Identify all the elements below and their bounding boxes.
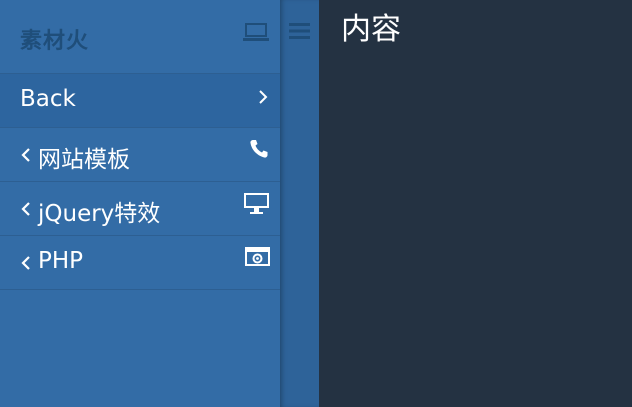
phone-icon [250, 140, 268, 158]
camera-icon [245, 247, 270, 266]
chevron-right-icon [259, 90, 268, 104]
content-title: 内容 [341, 12, 401, 47]
chevron-left-icon [21, 256, 30, 270]
menu-item-label: 网站模板 [38, 147, 130, 173]
sidebar: 素材火 Back 网站模板 jQuery特效 PHP [0, 0, 280, 407]
menu-item-label: PHP [38, 248, 84, 274]
sidebar-toggle-rail [280, 0, 319, 407]
hamburger-icon[interactable] [289, 22, 310, 40]
chevron-left-icon [21, 148, 30, 162]
laptop-icon [243, 23, 269, 41]
menu-item-label: Back [20, 86, 76, 112]
menu-item-php[interactable]: PHP [0, 236, 280, 290]
chevron-left-icon [21, 202, 30, 216]
brand-header: 素材火 [0, 0, 280, 74]
menu-item-website-templates[interactable]: 网站模板 [0, 128, 280, 182]
menu-item-back[interactable]: Back [0, 74, 280, 128]
desktop-icon [244, 193, 269, 214]
main-content: 内容 [319, 0, 632, 407]
menu-item-label: jQuery特效 [38, 201, 161, 227]
menu-item-jquery-effects[interactable]: jQuery特效 [0, 182, 280, 236]
brand-title: 素材火 [20, 29, 90, 54]
